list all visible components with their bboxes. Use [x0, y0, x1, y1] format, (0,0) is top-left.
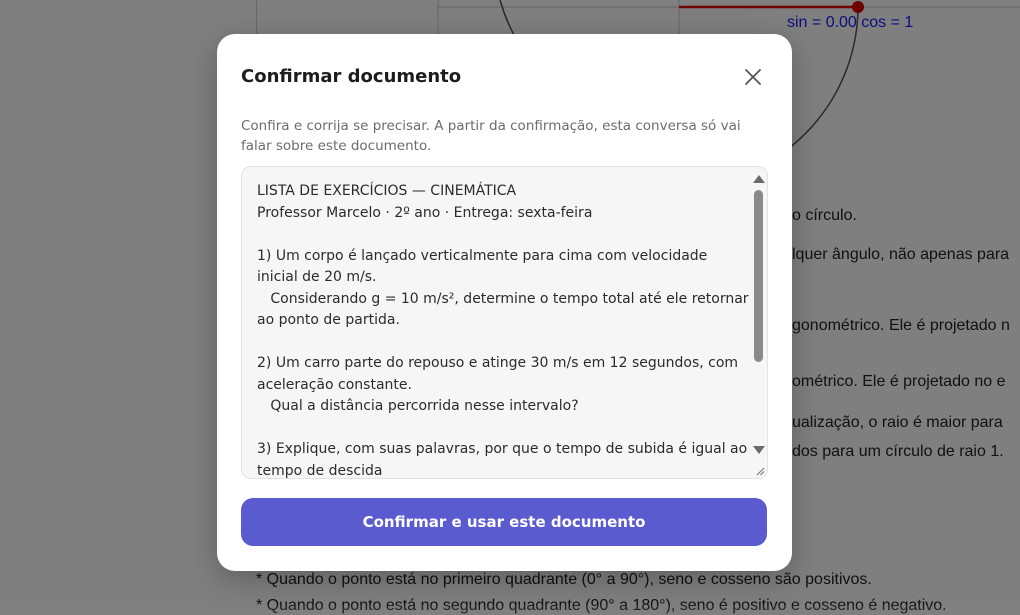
- document-text[interactable]: LISTA DE EXERCÍCIOS — CINEMÁTICA Profess…: [257, 181, 752, 478]
- close-button[interactable]: [739, 63, 767, 91]
- dialog-title: Confirmar documento: [241, 66, 462, 87]
- confirm-document-dialog: Confirmar documento Confira e corrija se…: [217, 34, 792, 571]
- dialog-description: Confira e corrija se precisar. A partir …: [241, 118, 741, 154]
- confirm-document-button[interactable]: Confirmar e usar este documento: [241, 498, 767, 546]
- scroll-thumb[interactable]: [754, 190, 763, 362]
- scroll-up-arrow-icon[interactable]: [753, 175, 765, 183]
- scroll-down-arrow-icon[interactable]: [753, 446, 765, 454]
- resize-grip-icon[interactable]: [755, 466, 765, 476]
- close-icon: [745, 69, 761, 85]
- textarea-scrollbar[interactable]: [749, 167, 767, 478]
- document-textarea[interactable]: LISTA DE EXERCÍCIOS — CINEMÁTICA Profess…: [241, 166, 768, 479]
